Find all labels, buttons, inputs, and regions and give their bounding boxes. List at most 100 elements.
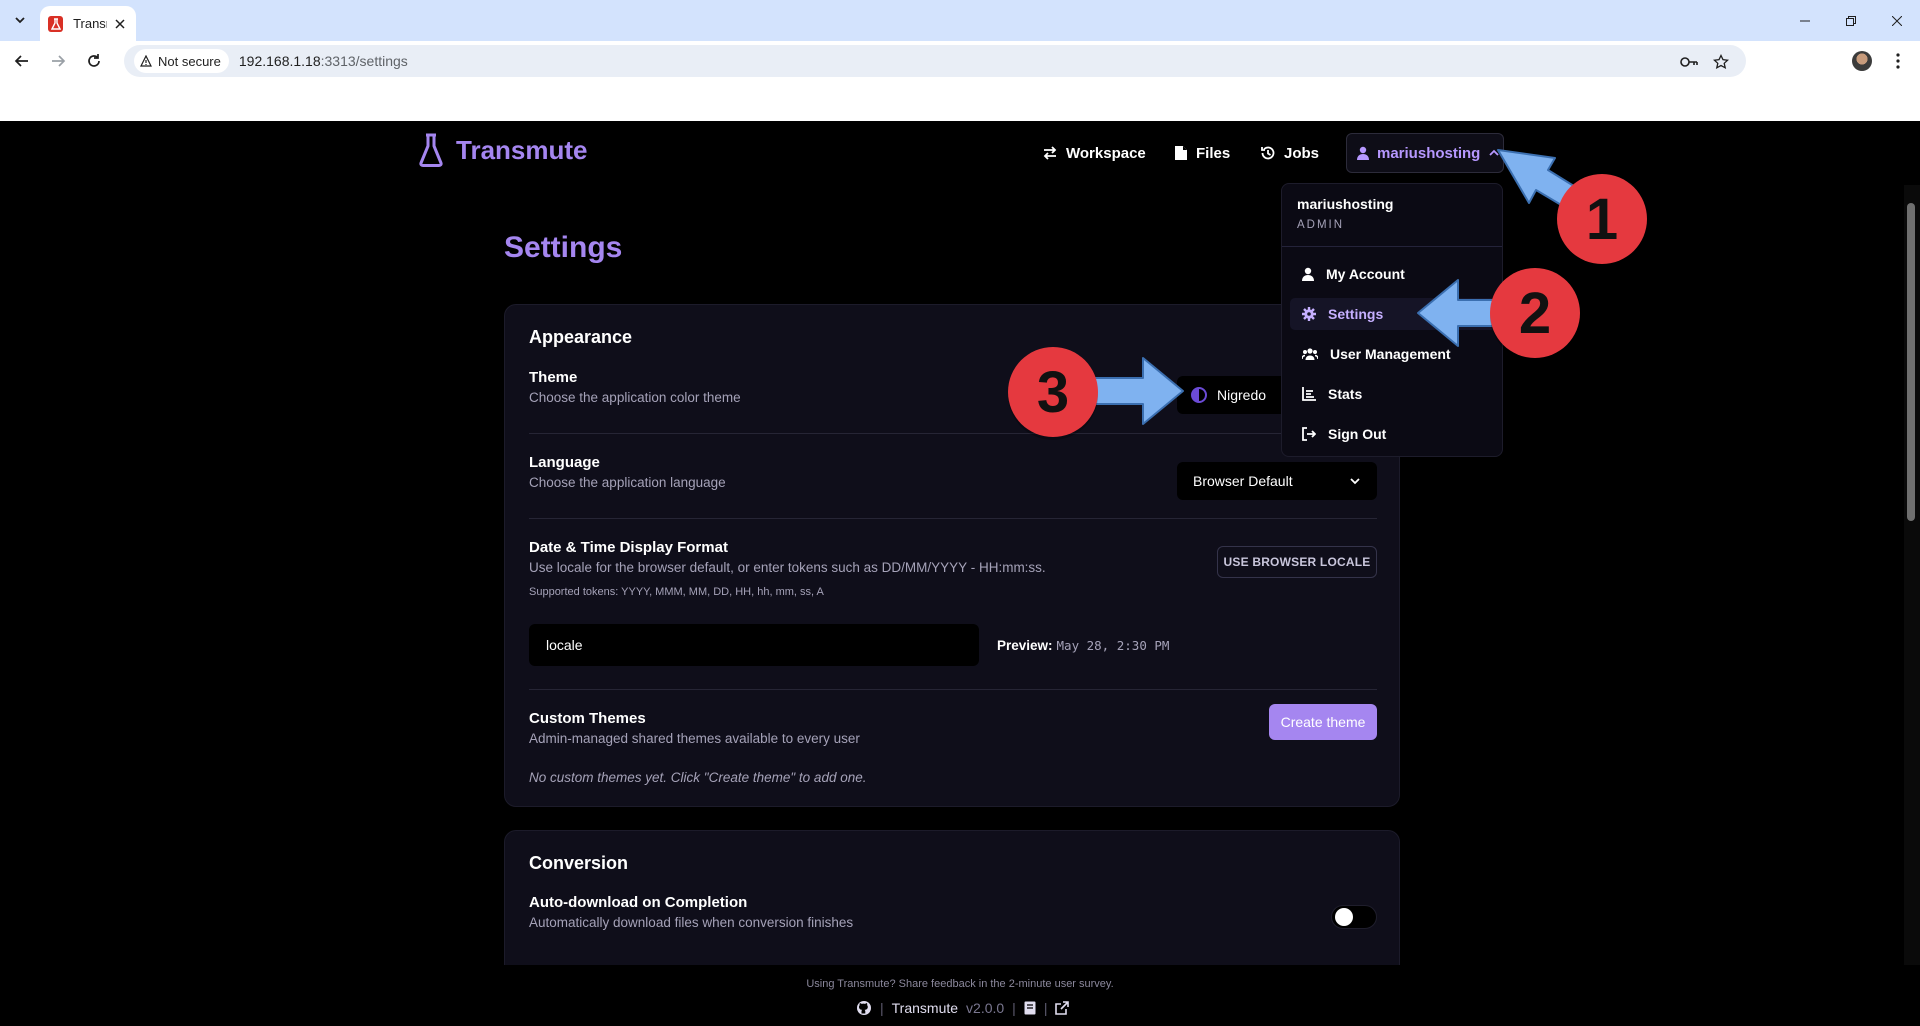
appearance-heading: Appearance xyxy=(529,327,633,347)
nav-workspace[interactable]: Workspace xyxy=(1042,141,1146,165)
toggle-knob xyxy=(1335,908,1353,926)
divider xyxy=(529,433,1377,434)
arrow-left-icon xyxy=(14,55,28,67)
custom-themes-description: Admin-managed shared themes available to… xyxy=(529,731,860,746)
browser-tab[interactable]: Transmute xyxy=(40,6,136,41)
menu-item-label: Settings xyxy=(1328,306,1384,322)
github-icon xyxy=(857,1001,871,1015)
footer-separator: | xyxy=(1012,1000,1016,1016)
restore-icon xyxy=(1846,15,1856,26)
tab-search-button[interactable] xyxy=(8,8,32,32)
theme-description: Choose the application color theme xyxy=(529,390,741,405)
menu-item-settings[interactable]: Settings xyxy=(1290,298,1496,330)
datetime-preview: Preview: May 28, 2:30 PM xyxy=(997,638,1169,653)
nav-jobs[interactable]: Jobs xyxy=(1260,141,1319,165)
theme-swatch-icon xyxy=(1191,387,1207,403)
restore-window-button[interactable] xyxy=(1828,0,1874,41)
users-icon xyxy=(1302,348,1318,360)
use-browser-locale-button[interactable]: USE BROWSER LOCALE xyxy=(1217,546,1377,578)
menu-item-user-management[interactable]: User Management xyxy=(1290,338,1496,370)
preview-value: May 28, 2:30 PM xyxy=(1056,638,1170,653)
theme-select-value: Nigredo xyxy=(1217,387,1267,403)
create-theme-button[interactable]: Create theme xyxy=(1269,704,1377,740)
forward-button[interactable] xyxy=(44,47,72,75)
annotation-badge-2: 2 xyxy=(1490,268,1580,358)
file-icon xyxy=(1175,146,1187,160)
close-window-button[interactable] xyxy=(1874,0,1920,41)
browser-menu-icon[interactable] xyxy=(1888,49,1908,73)
arrow-right-icon xyxy=(52,55,66,67)
tab-title: Transmute xyxy=(73,16,107,31)
menu-item-label: My Account xyxy=(1326,266,1405,282)
transmute-favicon-icon xyxy=(48,15,64,32)
password-key-icon[interactable] xyxy=(1678,51,1700,73)
footer-separator: | xyxy=(880,1000,884,1016)
auto-download-description: Automatically download files when conver… xyxy=(529,915,854,930)
preview-label: Preview: xyxy=(997,638,1053,653)
browser-tab-strip: Transmute xyxy=(0,0,1920,41)
language-select-value: Browser Default xyxy=(1193,473,1293,489)
chevron-down-icon xyxy=(15,17,25,24)
menu-item-sign-out[interactable]: Sign Out xyxy=(1290,418,1496,450)
tab-close-icon[interactable] xyxy=(113,16,128,32)
profile-avatar[interactable] xyxy=(1852,51,1872,71)
auto-download-title: Auto-download on Completion xyxy=(529,894,748,911)
user-menu-label: mariushosting xyxy=(1377,144,1481,162)
footer-app-name[interactable]: Transmute xyxy=(892,1000,958,1016)
chevron-up-icon xyxy=(1489,149,1499,156)
url-path: :3313/settings xyxy=(320,53,408,69)
annotation-badge-1: 1 xyxy=(1557,174,1647,264)
bookmark-star-icon[interactable] xyxy=(1710,51,1732,73)
brand[interactable]: Transmute xyxy=(418,133,588,167)
url-text[interactable]: 192.168.1.18:3313/settings xyxy=(239,53,408,69)
custom-themes-title: Custom Themes xyxy=(529,710,646,727)
language-description: Choose the application language xyxy=(529,475,726,490)
gear-icon xyxy=(1302,307,1316,321)
transmute-app: Transmute Workspace Files Jobs mariushos… xyxy=(0,121,1920,1026)
nav-jobs-label: Jobs xyxy=(1284,144,1320,162)
datetime-supported-tokens: Supported tokens: YYYY, MMM, MM, DD, HH,… xyxy=(529,586,824,598)
footer-survey-link[interactable]: Using Transmute? Share feedback in the 2… xyxy=(0,978,1920,990)
datetime-format-input[interactable]: locale xyxy=(529,624,979,666)
datetime-format-value: locale xyxy=(546,637,583,653)
user-dropdown-menu: mariushosting ADMIN My Account Settings … xyxy=(1281,183,1503,457)
page-scrollbar-thumb[interactable] xyxy=(1907,203,1915,521)
top-navigation: Transmute Workspace Files Jobs mariushos… xyxy=(0,121,1920,185)
menu-role: ADMIN xyxy=(1297,219,1345,231)
url-host: 192.168.1.18 xyxy=(238,53,321,69)
page-title: Settings xyxy=(504,231,623,264)
divider xyxy=(529,689,1377,690)
footer-separator: | xyxy=(1043,1000,1048,1016)
not-secure-label: Not secure xyxy=(158,53,221,69)
docs-book-icon xyxy=(1024,1001,1036,1015)
user-icon xyxy=(1302,267,1314,281)
auto-download-toggle[interactable] xyxy=(1331,905,1377,929)
address-bar[interactable]: Not secure 192.168.1.18:3313/settings xyxy=(124,45,1746,77)
history-icon xyxy=(1261,146,1275,160)
footer-version: v2.0.0 xyxy=(966,1000,1005,1016)
menu-item-stats[interactable]: Stats xyxy=(1290,378,1496,410)
datetime-title: Date & Time Display Format xyxy=(529,539,728,556)
nav-files[interactable]: Files xyxy=(1174,141,1230,165)
close-icon xyxy=(1892,15,1902,26)
browser-bookmark-area xyxy=(0,81,1920,121)
reload-button[interactable] xyxy=(80,47,108,75)
menu-item-my-account[interactable]: My Account xyxy=(1290,258,1496,290)
user-menu-button[interactable]: mariushosting xyxy=(1346,133,1504,173)
language-select[interactable]: Browser Default xyxy=(1177,462,1377,500)
menu-item-label: Sign Out xyxy=(1328,426,1387,442)
nav-workspace-label: Workspace xyxy=(1066,144,1146,162)
swap-arrows-icon xyxy=(1043,146,1057,160)
external-link-icon xyxy=(1055,1001,1070,1015)
theme-title: Theme xyxy=(529,369,578,386)
menu-item-label: Stats xyxy=(1328,386,1363,402)
back-button[interactable] xyxy=(8,47,36,75)
minimize-window-button[interactable] xyxy=(1782,0,1828,41)
chevron-down-icon xyxy=(1350,478,1360,485)
site-info-chip[interactable]: Not secure xyxy=(134,49,229,73)
bar-chart-icon xyxy=(1302,387,1316,401)
sign-out-icon xyxy=(1302,427,1316,441)
menu-divider xyxy=(1282,246,1502,247)
footer: Using Transmute? Share feedback in the 2… xyxy=(0,965,1920,1026)
browser-toolbar: Not secure 192.168.1.18:3313/settings xyxy=(0,41,1920,81)
